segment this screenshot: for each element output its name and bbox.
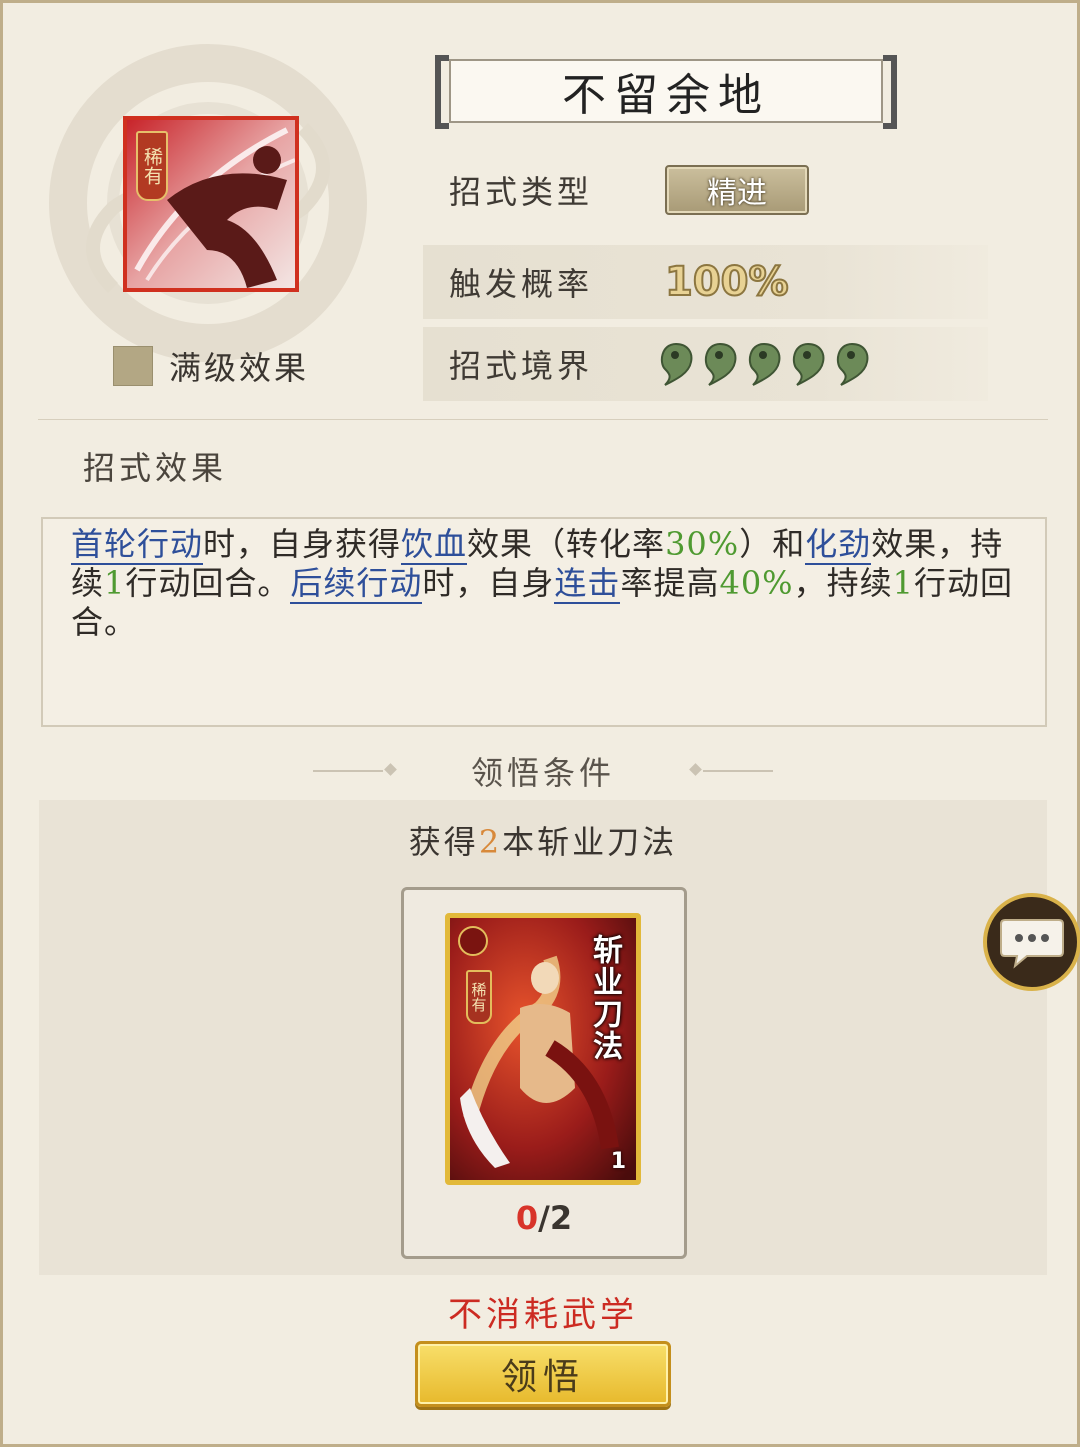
- effect-keyword[interactable]: 连击: [554, 564, 621, 604]
- bracket-right: [883, 55, 897, 129]
- effect-text-segment: 时，自身: [422, 564, 555, 602]
- chat-bubble-button[interactable]: [983, 893, 1080, 991]
- realm-magatama-icon: [792, 342, 825, 386]
- skill-detail-panel: 稀有 满级效果 不留余地 招式类型 精进 触发概率 100% 招式境界 招式效果…: [0, 0, 1080, 1447]
- rarity-tag: 稀有: [136, 131, 168, 201]
- req-count: 2: [478, 823, 503, 861]
- effect-text-segment: 时，自身获得: [203, 525, 402, 563]
- effect-keyword[interactable]: 后续行动: [290, 564, 423, 604]
- max-level-toggle[interactable]: 满级效果: [113, 343, 309, 389]
- req-prefix: 获得: [408, 823, 479, 861]
- req-suffix: 本斩业刀法: [502, 823, 678, 861]
- effect-text-segment: ，持续: [793, 564, 893, 602]
- trigger-row: 触发概率 100%: [423, 245, 988, 319]
- effect-number: 1: [104, 564, 126, 602]
- card-emblem-icon: [458, 926, 488, 956]
- realm-row: 招式境界: [423, 327, 988, 401]
- comprehend-button[interactable]: 领悟: [415, 1341, 671, 1407]
- progress-current: 0: [515, 1199, 539, 1237]
- effect-text-segment: 行动回合。: [125, 564, 291, 602]
- realm-magatama-icon: [660, 342, 693, 386]
- progress-total: /2: [538, 1199, 573, 1237]
- no-consume-note: 不消耗武学: [448, 1295, 638, 1335]
- requirement-progress: 0/2: [401, 1199, 687, 1237]
- effect-keyword[interactable]: 饮血: [401, 525, 468, 565]
- effect-text-segment: 效果（转化率: [467, 525, 666, 563]
- condition-title: 领悟条件: [470, 754, 615, 792]
- type-badge: 精进: [665, 165, 809, 215]
- effect-keyword[interactable]: 化劲: [805, 525, 872, 565]
- trigger-label: 触发概率: [449, 265, 594, 303]
- card-count: 1: [610, 1149, 626, 1174]
- effect-description: 首轮行动时，自身获得饮血效果（转化率30%）和化劲效果，持续1行动回合。后续行动…: [71, 525, 1021, 642]
- requirement-text: 获得2本斩业刀法: [3, 817, 1080, 863]
- bracket-left: [435, 55, 449, 129]
- max-level-label: 满级效果: [169, 349, 310, 387]
- trigger-value: 100%: [664, 258, 790, 306]
- effect-keyword[interactable]: 首轮行动: [71, 525, 204, 565]
- effect-number: 30%: [665, 525, 740, 563]
- type-row: 招式类型 精进: [423, 153, 988, 227]
- card-name: 斩业刀法: [587, 934, 622, 1062]
- realm-level-indicator: [657, 341, 871, 387]
- card-rarity-tag: 稀有: [466, 970, 492, 1024]
- max-level-checkbox[interactable]: [113, 346, 153, 386]
- effect-text-segment: 率提高: [620, 564, 720, 602]
- martial-art-card[interactable]: 稀有 斩业刀法 1: [445, 913, 641, 1185]
- effect-number: 40%: [719, 564, 794, 602]
- divider-ornament-right: [703, 770, 773, 772]
- realm-magatama-icon: [704, 342, 737, 386]
- effect-text-segment: ）和: [739, 525, 806, 563]
- chat-icon: [1000, 919, 1064, 969]
- realm-label: 招式境界: [449, 347, 594, 385]
- type-label: 招式类型: [449, 173, 594, 211]
- realm-magatama-icon: [748, 342, 781, 386]
- effect-number: 1: [892, 564, 914, 602]
- skill-title-plate: 不留余地: [435, 55, 897, 129]
- realm-magatama-icon: [836, 342, 869, 386]
- skill-title: 不留余地: [449, 59, 883, 123]
- divider: [38, 419, 1048, 420]
- effect-section-label: 招式效果: [83, 449, 228, 487]
